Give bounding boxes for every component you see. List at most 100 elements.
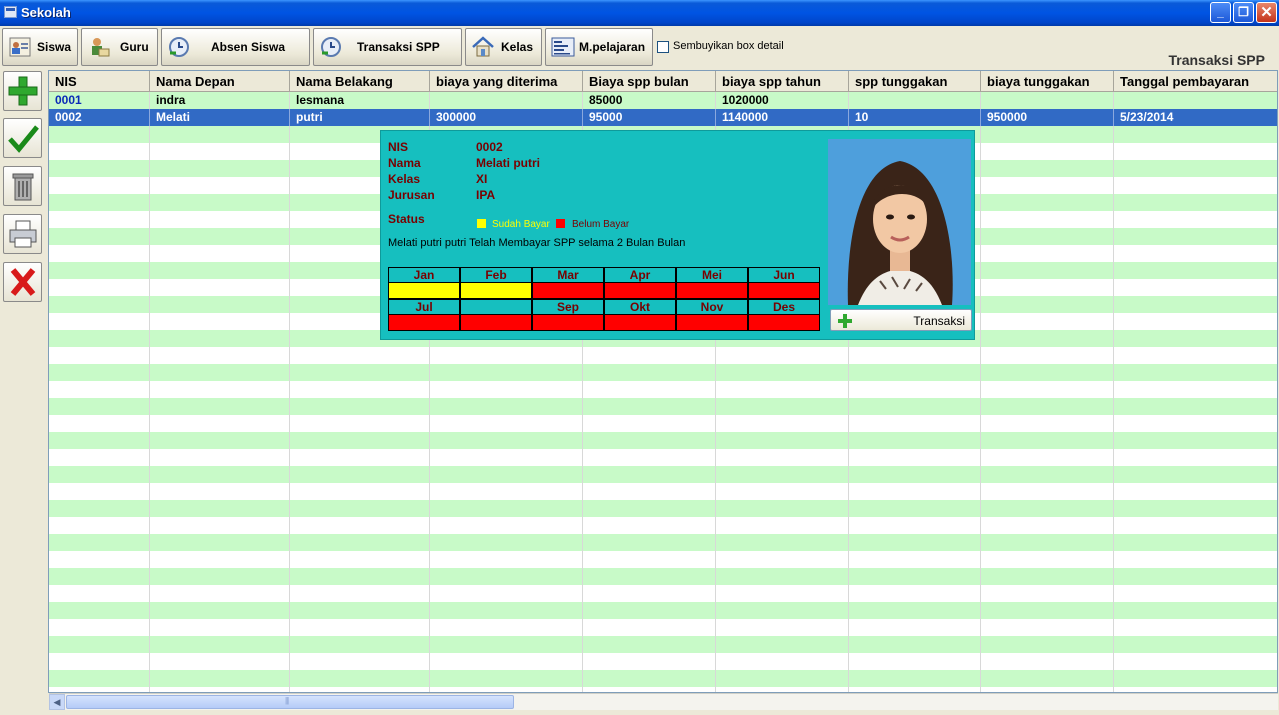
close-button[interactable]: ✕	[1256, 2, 1277, 23]
table-cell[interactable]: 95000	[583, 109, 716, 126]
table-cell[interactable]	[49, 585, 150, 602]
table-cell[interactable]	[150, 602, 290, 619]
table-cell[interactable]	[716, 483, 849, 500]
table-cell[interactable]	[981, 245, 1114, 262]
table-cell[interactable]	[430, 483, 583, 500]
table-cell[interactable]	[49, 313, 150, 330]
table-cell[interactable]	[981, 602, 1114, 619]
add-button[interactable]	[3, 71, 42, 111]
table-cell[interactable]	[981, 160, 1114, 177]
table-cell[interactable]	[981, 534, 1114, 551]
table-cell[interactable]	[430, 653, 583, 670]
table-cell[interactable]	[49, 228, 150, 245]
table-cell[interactable]	[981, 177, 1114, 194]
table-cell[interactable]: 10	[849, 109, 981, 126]
table-cell[interactable]	[583, 466, 716, 483]
empty-row[interactable]	[49, 398, 1277, 415]
table-cell[interactable]: 0002	[49, 109, 150, 126]
table-cell[interactable]	[150, 398, 290, 415]
scroll-left-icon[interactable]: ◀	[49, 694, 65, 710]
table-cell[interactable]	[49, 296, 150, 313]
table-cell[interactable]	[49, 143, 150, 160]
table-cell[interactable]	[290, 534, 430, 551]
empty-row[interactable]	[49, 500, 1277, 517]
delete-button[interactable]	[3, 166, 42, 206]
table-cell[interactable]	[150, 177, 290, 194]
table-cell[interactable]: lesmana	[290, 92, 430, 109]
table-cell[interactable]	[849, 585, 981, 602]
column-header[interactable]: NIS	[49, 71, 150, 92]
table-cell[interactable]	[716, 568, 849, 585]
table-cell[interactable]	[290, 585, 430, 602]
table-cell[interactable]	[49, 194, 150, 211]
table-cell[interactable]	[981, 449, 1114, 466]
table-cell[interactable]	[49, 466, 150, 483]
table-cell[interactable]	[150, 313, 290, 330]
table-cell[interactable]	[981, 398, 1114, 415]
table-cell[interactable]	[49, 415, 150, 432]
table-cell[interactable]	[430, 347, 583, 364]
table-cell[interactable]	[430, 92, 583, 109]
table-cell[interactable]	[49, 330, 150, 347]
table-cell[interactable]	[150, 551, 290, 568]
table-cell[interactable]	[49, 177, 150, 194]
save-button[interactable]	[3, 118, 42, 158]
table-cell[interactable]	[981, 228, 1114, 245]
table-cell[interactable]	[1114, 126, 1277, 143]
table-cell[interactable]	[150, 415, 290, 432]
table-cell[interactable]	[150, 466, 290, 483]
table-cell[interactable]	[716, 670, 849, 687]
minimize-button[interactable]: _	[1210, 2, 1231, 23]
table-cell[interactable]	[981, 381, 1114, 398]
table-cell[interactable]	[716, 398, 849, 415]
table-cell[interactable]	[583, 568, 716, 585]
table-cell[interactable]	[430, 398, 583, 415]
table-cell[interactable]	[981, 568, 1114, 585]
table-cell[interactable]	[150, 585, 290, 602]
table-cell[interactable]	[1114, 653, 1277, 670]
table-cell[interactable]	[49, 534, 150, 551]
siswa-button[interactable]: Siswa	[2, 28, 78, 66]
table-cell[interactable]	[150, 211, 290, 228]
table-cell[interactable]	[150, 347, 290, 364]
table-cell[interactable]	[1114, 296, 1277, 313]
table-cell[interactable]	[290, 568, 430, 585]
table-cell[interactable]	[150, 636, 290, 653]
table-cell[interactable]: 1020000	[716, 92, 849, 109]
table-cell[interactable]	[49, 449, 150, 466]
table-cell[interactable]	[430, 449, 583, 466]
table-cell[interactable]	[981, 636, 1114, 653]
table-cell[interactable]	[583, 364, 716, 381]
table-row[interactable]: 0001 indra lesmana 85000 1020000	[49, 92, 1277, 109]
table-cell[interactable]	[583, 432, 716, 449]
table-cell[interactable]	[49, 381, 150, 398]
table-cell[interactable]	[49, 670, 150, 687]
table-cell[interactable]	[1114, 279, 1277, 296]
table-cell[interactable]	[1114, 534, 1277, 551]
table-cell[interactable]	[1114, 177, 1277, 194]
table-cell[interactable]	[981, 313, 1114, 330]
table-cell[interactable]	[430, 517, 583, 534]
table-cell[interactable]	[150, 330, 290, 347]
table-cell[interactable]	[583, 551, 716, 568]
table-cell[interactable]	[49, 262, 150, 279]
table-cell[interactable]	[150, 126, 290, 143]
table-cell[interactable]	[150, 517, 290, 534]
table-cell[interactable]	[849, 534, 981, 551]
table-cell[interactable]	[1114, 500, 1277, 517]
table-cell[interactable]	[290, 670, 430, 687]
table-cell[interactable]	[150, 568, 290, 585]
table-cell[interactable]	[981, 466, 1114, 483]
table-cell[interactable]	[981, 194, 1114, 211]
empty-row[interactable]	[49, 483, 1277, 500]
table-cell[interactable]	[981, 279, 1114, 296]
table-cell[interactable]	[430, 415, 583, 432]
table-cell[interactable]	[583, 602, 716, 619]
table-cell[interactable]	[849, 347, 981, 364]
table-cell[interactable]	[150, 670, 290, 687]
table-cell[interactable]	[849, 636, 981, 653]
table-cell[interactable]	[430, 364, 583, 381]
table-cell[interactable]	[150, 381, 290, 398]
cancel-button[interactable]	[3, 262, 42, 302]
table-cell[interactable]	[981, 670, 1114, 687]
